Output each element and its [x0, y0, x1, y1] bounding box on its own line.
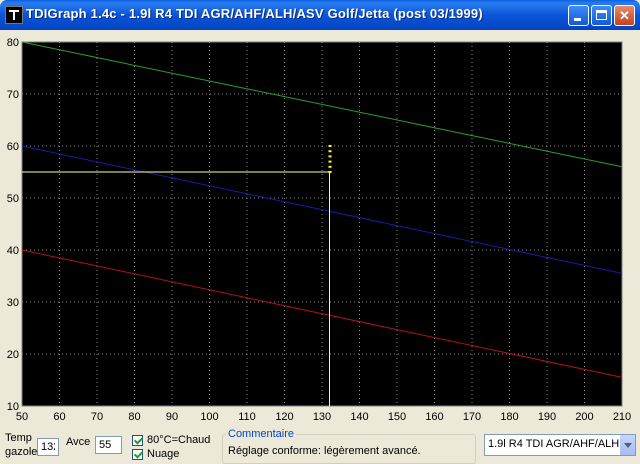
chart-svg[interactable]: 50 60 70 80 90 100 110 120 130 140 150 160 170 180 190… [0, 30, 640, 426]
minimize-button[interactable] [568, 5, 589, 26]
x-tick-label: 60 [53, 411, 65, 423]
app-icon[interactable] [5, 6, 23, 24]
minimize-icon [574, 18, 581, 21]
y-tick-label: 60 [7, 141, 19, 153]
x-tick-label: 210 [613, 411, 631, 423]
engine-select[interactable]: 1.9l R4 TDI AGR/AHF/ALH [484, 434, 636, 456]
x-tick-label: 160 [425, 411, 443, 423]
plot-area[interactable]: 50 60 70 80 90 100 110 120 130 140 150 160 170 180 190… [0, 30, 640, 426]
maximize-button[interactable] [591, 5, 612, 26]
app-window: TDIGraph 1.4c - 1.9l R4 TDI AGR/AHF/ALH/… [0, 0, 640, 464]
y-tick-label: 50 [7, 193, 19, 205]
comment-text: Réglage conforme: légèrement avancé. [228, 445, 421, 457]
window-title: TDIGraph 1.4c - 1.9l R4 TDI AGR/AHF/ALH/… [26, 6, 483, 21]
y-tick-label: 10 [7, 401, 19, 413]
maximize-icon [596, 10, 607, 20]
avce-label: Avce [66, 436, 91, 448]
comment-title: Commentaire [226, 428, 297, 440]
marker-point [328, 165, 332, 168]
chaud-checkbox[interactable] [132, 435, 143, 446]
x-tick-label: 180 [500, 411, 518, 423]
x-tick-label: 90 [166, 411, 178, 423]
temp-label: Temp [5, 432, 32, 444]
control-panel: Temp gazole Avce 80°C=Chaud Nuage Commen… [0, 426, 640, 464]
engine-select-value: 1.9l R4 TDI AGR/AHF/ALH [488, 438, 620, 450]
y-tick-label: 30 [7, 297, 19, 309]
marker-point [328, 150, 332, 153]
client-area: 50 60 70 80 90 100 110 120 130 140 150 160 170 180 190… [0, 30, 640, 464]
chaud-label: 80°C=Chaud [147, 434, 211, 446]
avance-input[interactable] [95, 436, 122, 454]
marker-point [328, 155, 332, 158]
y-tick-label: 70 [7, 89, 19, 101]
x-tick-label: 120 [275, 411, 293, 423]
close-button[interactable]: ✕ [614, 5, 635, 26]
temp-label-2: gazole [5, 446, 38, 458]
plot-background [21, 41, 623, 407]
x-tick-label: 150 [388, 411, 406, 423]
x-tick-label: 190 [538, 411, 556, 423]
x-tick-label: 80 [128, 411, 140, 423]
y-tick-label: 20 [7, 349, 19, 361]
close-icon: ✕ [619, 8, 630, 23]
y-tick-label: 80 [7, 37, 19, 49]
x-tick-label: 140 [350, 411, 368, 423]
title-bar[interactable]: TDIGraph 1.4c - 1.9l R4 TDI AGR/AHF/ALH/… [0, 0, 640, 30]
x-tick-label: 130 [313, 411, 331, 423]
chevron-down-icon[interactable] [619, 435, 635, 455]
temp-gazole-input[interactable] [37, 438, 59, 456]
marker-point [328, 171, 332, 173]
nuage-label: Nuage [147, 448, 180, 460]
x-tick-label: 100 [200, 411, 218, 423]
x-tick-label: 70 [91, 411, 103, 423]
marker-point [328, 160, 332, 163]
x-tick-label: 200 [575, 411, 593, 423]
marker-point [328, 145, 332, 147]
y-tick-label: 40 [7, 245, 19, 257]
x-tick-label: 110 [238, 411, 256, 423]
x-tick-label: 170 [463, 411, 481, 423]
nuage-checkbox[interactable] [132, 449, 143, 460]
